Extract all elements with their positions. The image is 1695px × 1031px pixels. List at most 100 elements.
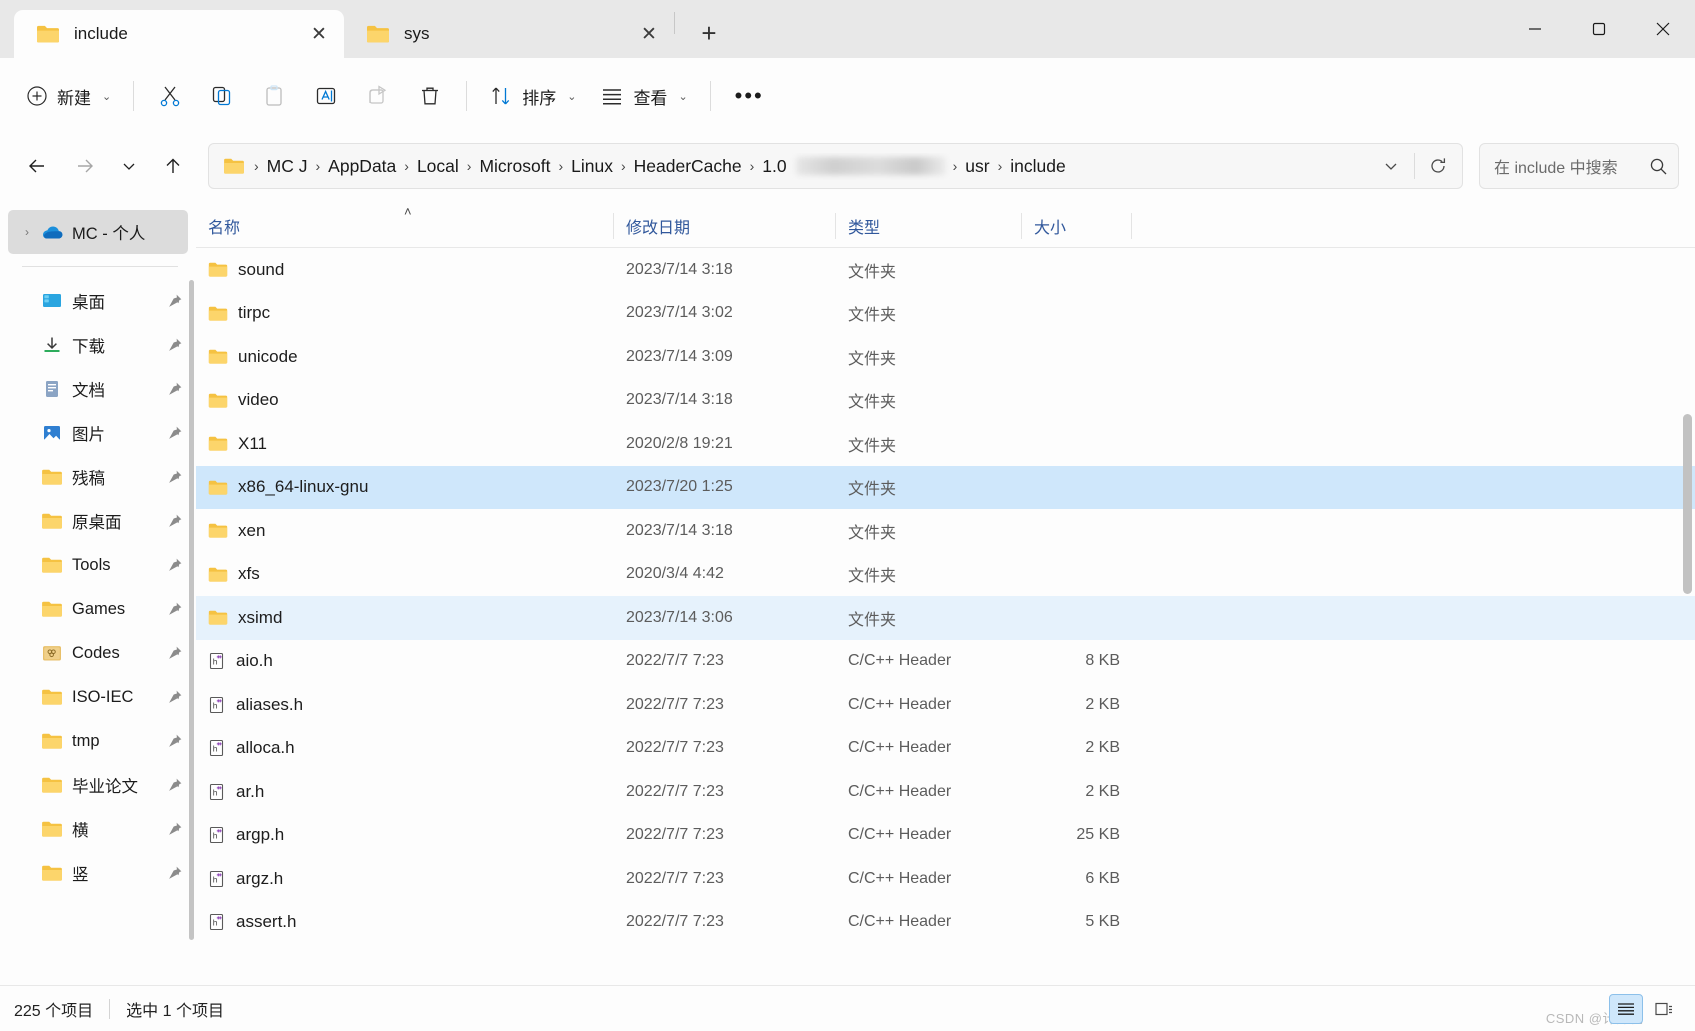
table-row[interactable]: h argp.h 2022/7/7 7:23 C/C++ Header 25 K…	[196, 814, 1695, 858]
breadcrumb-item-appdata[interactable]: AppData	[323, 153, 401, 180]
breadcrumb-item-headercache[interactable]: HeaderCache	[629, 153, 747, 180]
table-row[interactable]: unicode 2023/7/14 3:09 文件夹	[196, 335, 1695, 379]
sidebar-scrollbar[interactable]	[189, 280, 194, 940]
file-type: 文件夹	[848, 437, 897, 455]
pin-icon[interactable]	[162, 469, 188, 485]
new-button[interactable]: 新建 ⌄	[14, 72, 123, 120]
delete-button[interactable]	[404, 72, 456, 120]
breadcrumb-item-mcj[interactable]: MC J	[262, 153, 313, 180]
file-type: C/C++ Header	[848, 782, 952, 800]
breadcrumb-item-redacted[interactable]	[795, 157, 946, 175]
pin-icon[interactable]	[162, 689, 188, 705]
pin-icon[interactable]	[162, 557, 188, 573]
sidebar-item-cangao[interactable]: 残稿	[8, 455, 188, 499]
search-input[interactable]: 在 include 中搜索	[1494, 154, 1649, 178]
thumbnail-view-button[interactable]	[1647, 994, 1681, 1024]
sidebar-item-tools[interactable]: Tools	[8, 543, 188, 587]
close-button[interactable]	[1631, 0, 1695, 58]
sidebar-item-label: ISO-IEC	[72, 687, 134, 706]
new-tab-button[interactable]: +	[687, 11, 731, 55]
sidebar-item-yuanzhuomian[interactable]: 原桌面	[8, 499, 188, 543]
column-header-type-label: 类型	[848, 219, 881, 237]
chevron-right-icon[interactable]: ›	[16, 225, 38, 239]
table-row[interactable]: h alloca.h 2022/7/7 7:23 C/C++ Header 2 …	[196, 727, 1695, 771]
pin-icon[interactable]	[162, 601, 188, 617]
search-box[interactable]: 在 include 中搜索	[1479, 143, 1679, 189]
column-header-size[interactable]: 大小	[1022, 204, 1132, 248]
table-row[interactable]: x86_64-linux-gnu 2023/7/20 1:25 文件夹	[196, 465, 1695, 509]
pin-icon[interactable]	[162, 293, 188, 309]
table-row[interactable]: tirpc 2023/7/14 3:02 文件夹	[196, 292, 1695, 336]
sidebar-item-heng[interactable]: 横	[8, 807, 188, 851]
column-header-type[interactable]: 类型	[836, 204, 1022, 248]
breadcrumb-item-usr[interactable]: usr	[960, 153, 994, 180]
sidebar-item-tmp[interactable]: tmp	[8, 719, 188, 763]
pin-icon[interactable]	[162, 645, 188, 661]
pin-icon[interactable]	[162, 865, 188, 881]
scrollbar-thumb[interactable]	[1683, 414, 1692, 594]
tab-include[interactable]: include ✕	[14, 10, 344, 58]
sort-button[interactable]: 排序 ⌄	[477, 72, 588, 120]
sidebar-item-codes[interactable]: Codes	[8, 631, 188, 675]
address-bar[interactable]: › MC J › AppData › Local › Microsoft › L…	[208, 143, 1463, 189]
pin-icon[interactable]	[162, 381, 188, 397]
folder-icon	[38, 512, 66, 530]
cut-button[interactable]	[144, 72, 196, 120]
back-button[interactable]	[16, 145, 58, 187]
sidebar-item-games[interactable]: Games	[8, 587, 188, 631]
share-button[interactable]	[352, 72, 404, 120]
column-divider[interactable]	[1131, 212, 1132, 239]
pin-icon[interactable]	[162, 777, 188, 793]
sidebar-item-pictures[interactable]: 图片	[8, 411, 188, 455]
breadcrumb-item-linux[interactable]: Linux	[566, 153, 618, 180]
forward-button[interactable]	[64, 145, 106, 187]
pin-icon[interactable]	[162, 425, 188, 441]
paste-button[interactable]	[248, 72, 300, 120]
table-row[interactable]: h aio.h 2022/7/7 7:23 C/C++ Header 8 KB	[196, 640, 1695, 684]
details-view-button[interactable]	[1609, 993, 1643, 1024]
column-header-date[interactable]: 修改日期	[614, 204, 836, 248]
table-row[interactable]: sound 2023/7/14 3:18 文件夹	[196, 248, 1695, 292]
table-row[interactable]: h ar.h 2022/7/7 7:23 C/C++ Header 2 KB	[196, 770, 1695, 814]
rename-button[interactable]	[300, 72, 352, 120]
table-row[interactable]: h aliases.h 2022/7/7 7:23 C/C++ Header 2…	[196, 683, 1695, 727]
maximize-button[interactable]	[1567, 0, 1631, 58]
sidebar-item-iso-iec[interactable]: ISO-IEC	[8, 675, 188, 719]
table-row[interactable]: xsimd 2023/7/14 3:06 文件夹	[196, 596, 1695, 640]
sidebar-item-downloads[interactable]: 下载	[8, 323, 188, 367]
breadcrumb-item-include[interactable]: include	[1005, 153, 1070, 180]
table-row[interactable]: xfs 2020/3/4 4:42 文件夹	[196, 553, 1695, 597]
sidebar-item-documents[interactable]: 文档	[8, 367, 188, 411]
file-list-scrollbar[interactable]	[1683, 249, 1692, 984]
sidebar-item-onedrive[interactable]: › MC - 个人	[8, 210, 188, 254]
tab-close-icon[interactable]: ✕	[634, 19, 664, 49]
table-row[interactable]: h argz.h 2022/7/7 7:23 C/C++ Header 6 KB	[196, 857, 1695, 901]
table-row[interactable]: X11 2020/2/8 19:21 文件夹	[196, 422, 1695, 466]
refresh-button[interactable]	[1418, 146, 1458, 186]
search-icon[interactable]	[1649, 157, 1668, 176]
tab-close-icon[interactable]: ✕	[304, 19, 334, 49]
breadcrumb-item-local[interactable]: Local	[412, 153, 464, 180]
table-row[interactable]: video 2023/7/14 3:18 文件夹	[196, 379, 1695, 423]
copy-button[interactable]	[196, 72, 248, 120]
sidebar-item-shu[interactable]: 竖	[8, 851, 188, 895]
minimize-button[interactable]	[1503, 0, 1567, 58]
file-date: 2023/7/14 3:18	[626, 391, 733, 409]
breadcrumb-item-version[interactable]: 1.0	[757, 153, 791, 180]
view-button[interactable]: 查看 ⌄	[588, 72, 699, 120]
sidebar-item-biyelunwen[interactable]: 毕业论文	[8, 763, 188, 807]
recent-locations-button[interactable]	[112, 145, 146, 187]
pin-icon[interactable]	[162, 513, 188, 529]
address-dropdown-button[interactable]	[1371, 146, 1411, 186]
file-date: 2022/7/7 7:23	[626, 739, 724, 757]
more-options-button[interactable]: •••	[721, 72, 778, 120]
pin-icon[interactable]	[162, 821, 188, 837]
tab-sys[interactable]: sys ✕	[344, 10, 674, 58]
up-button[interactable]	[152, 145, 194, 187]
breadcrumb-item-microsoft[interactable]: Microsoft	[474, 153, 555, 180]
sidebar-item-desktop[interactable]: 桌面	[8, 279, 188, 323]
pin-icon[interactable]	[162, 733, 188, 749]
pin-icon[interactable]	[162, 337, 188, 353]
table-row[interactable]: h assert.h 2022/7/7 7:23 C/C++ Header 5 …	[196, 901, 1695, 945]
table-row[interactable]: xen 2023/7/14 3:18 文件夹	[196, 509, 1695, 553]
